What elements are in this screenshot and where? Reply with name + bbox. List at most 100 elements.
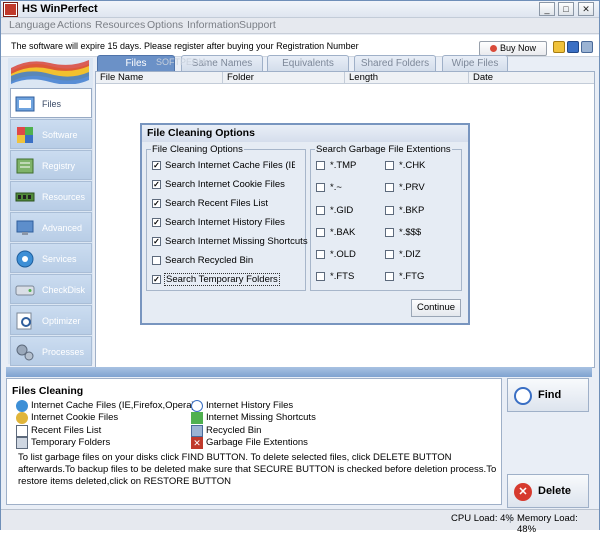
ext-gid-checkbox[interactable] [316,206,325,215]
ext-label: *.BKP [399,205,425,216]
missing-shortcuts-checkbox[interactable]: ✓ [152,237,161,246]
sidebar-item-label: Advanced [42,223,83,233]
sidebar-item-label: Resources [42,192,86,202]
shortcut-icon [191,412,203,424]
recycle-bin-icon [191,425,203,437]
history-files-checkbox[interactable]: ✓ [152,218,161,227]
option-label: Search Recycled Bin [165,255,254,266]
cache-files-checkbox[interactable]: ✓ [152,161,161,170]
ext-label: *.CHK [399,160,426,171]
tab-equivalents[interactable]: Equivalents [267,55,349,72]
recent-files-checkbox[interactable]: ✓ [152,199,161,208]
registration-notice: The software will expire 15 days. Please… [1,35,599,57]
ext-label: *.PRV [399,182,425,193]
dialog-title: File Cleaning Options [142,125,468,142]
menu-support[interactable]: Support [239,19,276,31]
menu-actions[interactable]: Actions [57,19,91,31]
sidebar-item-registry[interactable]: Registry [10,150,92,180]
panel-splitter[interactable] [6,367,592,377]
ext-tmp-checkbox[interactable] [316,161,325,170]
save-icon[interactable] [567,41,579,53]
monitor-icon [16,220,34,235]
tab-wipe-files[interactable]: Wipe Files [442,55,508,72]
buy-now-label: Buy Now [499,43,536,53]
main-window: HS WinPerfect _ □ ✕ Language Actions Res… [0,0,600,535]
info-item: Garbage File Extentions [206,437,308,448]
menu-language[interactable]: Language [9,19,56,31]
registry-icon [16,158,34,174]
option-label: Search Temporary Folders [164,273,280,286]
maximize-button[interactable]: □ [558,2,574,16]
ext-bkp-checkbox[interactable] [385,206,394,215]
cookie-files-checkbox[interactable]: ✓ [152,180,161,189]
ext-label: *.~ [330,182,342,193]
list-header: File Name Folder Length Date [96,72,594,84]
info-title: Files Cleaning [12,385,84,397]
info-item: Internet Cache Files (IE,Firefox,Opera) [31,400,195,411]
ext-label: *.BAK [330,227,356,238]
menu-resources[interactable]: Resources [95,19,145,31]
lock-icon[interactable] [553,41,565,53]
recycled-bin-checkbox[interactable] [152,256,161,265]
delete-label: Delete [538,485,572,497]
delete-button[interactable]: ✕ Delete [507,474,589,508]
column-file-name[interactable]: File Name [96,72,223,84]
menu-options[interactable]: Options [147,19,183,31]
ext-diz-checkbox[interactable] [385,250,394,259]
cpu-load: CPU Load: 4% [451,513,514,524]
magnifier-icon [514,387,532,405]
ext-ftg-checkbox[interactable] [385,272,394,281]
ext-prv-checkbox[interactable] [385,183,394,192]
ext-fts-checkbox[interactable] [316,272,325,281]
option-label: Search Internet Cache Files (IE,Firefox,… [165,160,295,171]
help-icon[interactable] [581,41,593,53]
find-button[interactable]: Find [507,378,589,412]
sidebar-item-optimizer[interactable]: Optimizer [10,305,92,335]
menu-information[interactable]: Information [187,19,240,31]
tab-shared-folders[interactable]: Shared Folders [354,55,436,72]
ext-tilde-checkbox[interactable] [316,183,325,192]
option-label: Search Internet Cookie Files [165,179,285,190]
ext-bak-checkbox[interactable] [316,228,325,237]
folder-icon [15,96,35,112]
info-item: Internet Cookie Files [31,412,119,423]
cookie-icon [16,412,28,424]
sidebar-item-resources[interactable]: Resources [10,181,92,211]
temp-folder-icon [16,437,28,449]
sidebar-item-label: CheckDisk [42,285,86,295]
column-folder[interactable]: Folder [223,72,345,84]
info-item: Temporary Folders [31,437,111,448]
minimize-button[interactable]: _ [539,2,555,16]
menu-bar: Language Actions Resources Options Infor… [1,18,599,34]
file-cleaning-dialog: File Cleaning Options File Cleaning Opti… [140,123,470,325]
continue-button[interactable]: Continue [411,299,461,317]
ext-label: *.FTG [399,271,425,282]
sidebar-item-advanced[interactable]: Advanced [10,212,92,242]
sidebar-item-software[interactable]: Software [10,119,92,149]
buy-now-button[interactable]: Buy Now [479,41,547,56]
sidebar-item-files[interactable]: Files [10,88,92,118]
ext-dollar-checkbox[interactable] [385,228,394,237]
option-label: Search Internet Missing Shortcuts [165,236,308,247]
document-icon [16,425,28,437]
ext-chk-checkbox[interactable] [385,161,394,170]
history-clock-icon [191,400,203,412]
globe-icon [16,400,28,412]
column-length[interactable]: Length [345,72,469,84]
temporary-folders-checkbox[interactable]: ✓ [152,275,161,284]
column-date[interactable]: Date [469,72,594,84]
sidebar-item-checkdisk[interactable]: CheckDisk [10,274,92,304]
sidebar-item-services[interactable]: Services [10,243,92,273]
ext-old-checkbox[interactable] [316,250,325,259]
sidebar-item-label: Processes [42,347,85,357]
garbage-x-icon: ✕ [191,437,203,449]
sidebar-item-processes[interactable]: Processes [10,336,92,366]
sidebar-item-label: Registry [42,161,76,171]
info-item: Recycled Bin [206,425,262,436]
ext-label: *.DIZ [399,249,421,260]
memory-icon [15,192,35,202]
title-bar: HS WinPerfect _ □ ✕ [1,1,599,18]
disk-icon [15,285,35,296]
close-button[interactable]: ✕ [578,2,594,16]
watermark: SOFTPEDIA [156,57,208,67]
